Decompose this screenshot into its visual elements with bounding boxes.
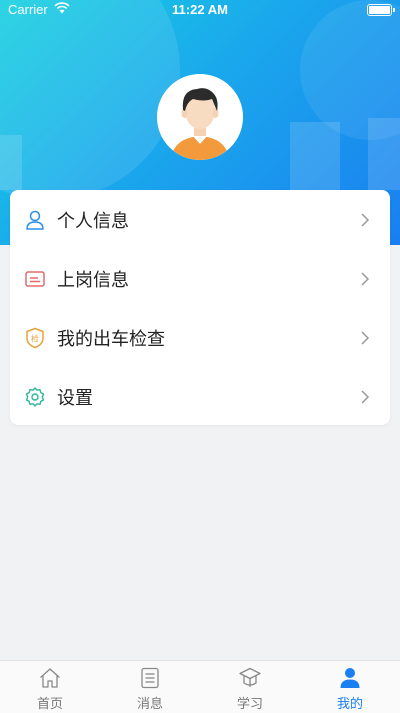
gear-icon bbox=[24, 386, 46, 408]
decorative-circle bbox=[0, 0, 180, 200]
status-bar: Carrier 11:22 AM bbox=[0, 0, 400, 20]
chevron-right-icon bbox=[358, 330, 372, 345]
chevron-right-icon bbox=[358, 389, 372, 404]
id-card-icon bbox=[24, 268, 46, 290]
bottom-tab-bar: 首页 消息 学习 我的 bbox=[0, 660, 400, 713]
decorative-building bbox=[290, 122, 340, 190]
profile-icon bbox=[338, 666, 362, 690]
status-time: 11:22 AM bbox=[172, 2, 228, 17]
tab-label: 我的 bbox=[336, 697, 363, 712]
menu-item-job-info[interactable]: 上岗信息 bbox=[10, 249, 390, 308]
home-icon bbox=[38, 666, 62, 690]
tab-profile[interactable]: 我的 bbox=[300, 661, 400, 713]
menu-item-label: 上岗信息 bbox=[57, 270, 129, 291]
message-list-icon bbox=[138, 666, 162, 690]
menu-item-settings[interactable]: 设置 bbox=[10, 367, 390, 426]
battery-icon bbox=[367, 4, 395, 16]
tab-label: 消息 bbox=[136, 697, 163, 712]
tab-label: 首页 bbox=[36, 697, 63, 712]
decorative-building bbox=[0, 135, 22, 190]
decorative-building bbox=[368, 118, 400, 190]
inspection-shield-icon: 检 bbox=[24, 327, 46, 349]
inspection-badge-text: 检 bbox=[31, 334, 39, 344]
user-icon bbox=[24, 209, 46, 231]
tab-label: 学习 bbox=[236, 697, 263, 712]
menu-item-label: 设置 bbox=[57, 388, 93, 409]
graduation-cap-icon bbox=[238, 666, 262, 690]
profile-menu-card: 个人信息 上岗信息 检 我的出车检查 设置 bbox=[10, 190, 390, 425]
tab-learning[interactable]: 学习 bbox=[200, 661, 300, 713]
menu-item-vehicle-inspection[interactable]: 检 我的出车检查 bbox=[10, 308, 390, 367]
avatar[interactable] bbox=[157, 74, 243, 160]
chevron-right-icon bbox=[358, 212, 372, 227]
menu-item-label: 个人信息 bbox=[57, 211, 129, 232]
chevron-right-icon bbox=[358, 271, 372, 286]
tab-home[interactable]: 首页 bbox=[0, 661, 100, 713]
avatar-illustration-icon bbox=[157, 74, 243, 160]
tab-messages[interactable]: 消息 bbox=[100, 661, 200, 713]
menu-item-label: 我的出车检查 bbox=[57, 329, 165, 350]
menu-item-personal-info[interactable]: 个人信息 bbox=[10, 190, 390, 249]
